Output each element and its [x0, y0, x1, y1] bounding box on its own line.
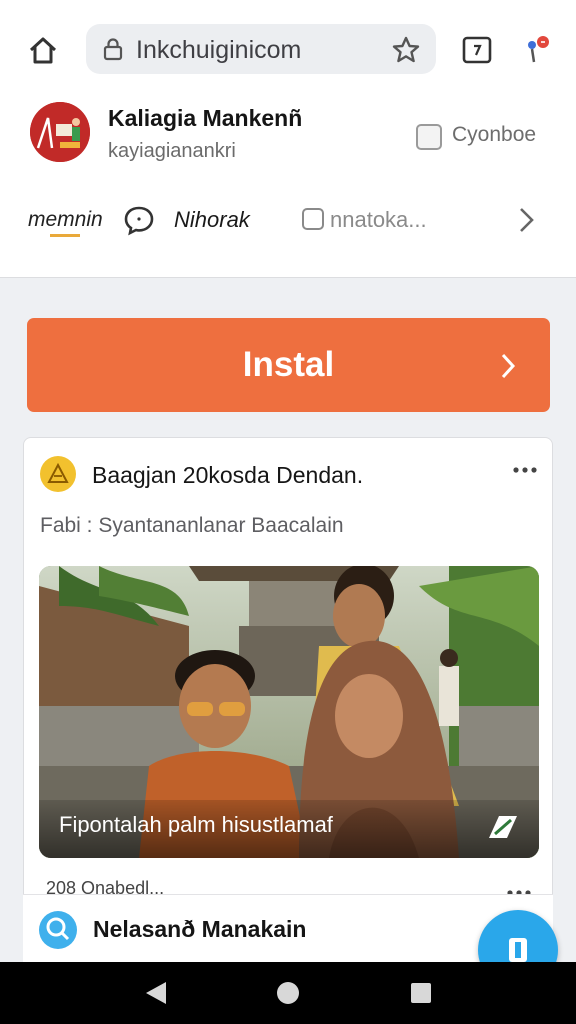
chat-bubble-icon[interactable]: [122, 204, 156, 236]
home-circle-icon[interactable]: [276, 981, 300, 1005]
more-options-icon[interactable]: [512, 466, 538, 474]
profile-handle: kayiagianankri: [108, 140, 236, 162]
extension-icon[interactable]: [522, 34, 552, 66]
follow-checkbox[interactable]: [416, 124, 442, 150]
bookmark-star-icon[interactable]: [391, 35, 421, 65]
active-tab-indicator: [50, 234, 80, 237]
nav-tabs: memnin Nihorak nnatoka...: [0, 196, 576, 244]
expand-icon[interactable]: [485, 812, 521, 842]
tab-main[interactable]: memnin: [28, 208, 103, 232]
url-bar[interactable]: Inkchuiginicom: [86, 24, 436, 74]
square-icon: [302, 208, 324, 230]
url-text: Inkchuiginicom: [136, 36, 302, 64]
photo-caption: Fipontalah palm hisustlamaf: [59, 812, 333, 837]
tab-third[interactable]: nnatoka...: [330, 207, 427, 233]
pause-icon: [509, 938, 527, 962]
install-label: Instal: [242, 345, 335, 384]
system-nav-bar: [0, 962, 576, 1024]
next-post-card: Nelasanð Manakain: [23, 894, 553, 964]
post-badge-icon: [40, 456, 76, 492]
recents-icon[interactable]: [410, 982, 432, 1004]
search-avatar-icon: [39, 911, 77, 949]
top-panel: Inkchuiginicom Kaliagia Mankenñ kayiagia…: [0, 0, 576, 278]
post-subtitle: Fabi : Syantananlanar Baacalain: [40, 514, 344, 537]
install-button[interactable]: Instal: [27, 318, 550, 412]
post-title: Baagjan 20kosda Dendan.: [92, 462, 364, 488]
chevron-right-icon: [501, 353, 516, 379]
lock-icon: [103, 38, 123, 61]
tab-second[interactable]: Nihorak: [174, 207, 250, 233]
back-icon[interactable]: [144, 980, 168, 1006]
address-bar-row: Inkchuiginicom: [0, 22, 576, 76]
next-post-title: Nelasanð Manakain: [93, 916, 307, 942]
follow-label[interactable]: Cyonboe: [452, 123, 536, 147]
post-footer: 208 Onabedl...: [46, 878, 165, 894]
avatar-illustration-icon: [30, 102, 90, 162]
post-photo[interactable]: Fipontalah palm hisustlamaf: [39, 566, 539, 858]
home-icon[interactable]: [26, 34, 60, 68]
avatar[interactable]: [30, 102, 90, 162]
chevron-right-icon[interactable]: [516, 204, 538, 236]
profile-name: Kaliagia Mankenñ: [108, 105, 303, 131]
tabs-icon[interactable]: [462, 36, 492, 64]
profile-row: Kaliagia Mankenñ kayiagianankri Cyonboe: [0, 100, 576, 166]
